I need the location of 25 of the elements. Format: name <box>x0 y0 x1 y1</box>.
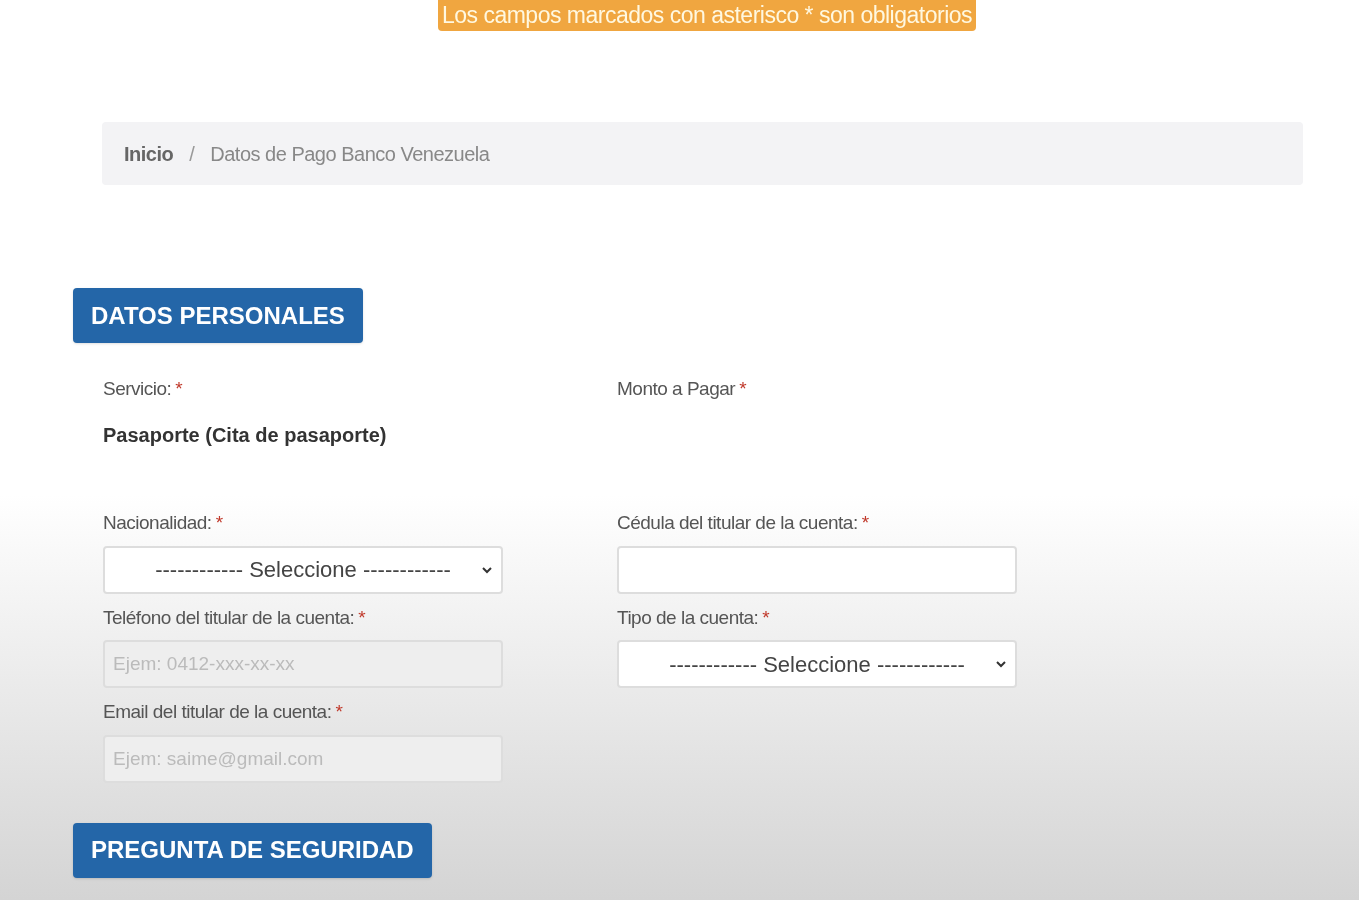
field-label: Email del titular de la cuenta: <box>103 700 332 724</box>
chevron-icon <box>995 658 1007 670</box>
field-label: Tipo de la cuenta: <box>617 605 759 630</box>
input-field[interactable] <box>617 545 1017 594</box>
breadcrumb-current: Datos de Pago Banco Venezuela <box>210 141 490 167</box>
select-field[interactable]: ------------ Seleccione ------------ <box>617 640 1017 688</box>
required-mark: * <box>215 511 223 535</box>
required-mark: * <box>335 700 343 724</box>
required-mark: * <box>762 605 770 630</box>
required-fields-notice: Los campos marcados con asterisco * son obligatorios <box>437 0 977 31</box>
field-label: Cédula del titular de la cuenta: <box>617 511 858 535</box>
field-label: Nacionalidad: <box>103 511 212 535</box>
select-field[interactable]: ------------ Seleccione ------------ <box>103 545 503 594</box>
field-label: Teléfono del titular de la cuenta: <box>103 605 355 630</box>
section-header: DATOS PERSONALES <box>73 288 363 343</box>
field-label: Monto a Pagar <box>617 377 736 401</box>
required-mark: * <box>358 605 366 630</box>
section-header: PREGUNTA DE SEGURIDAD <box>73 822 432 878</box>
breadcrumb-link[interactable]: Inicio <box>124 138 174 169</box>
required-mark: * <box>861 511 869 535</box>
breadcrumb-separator: / <box>189 141 195 167</box>
service-value: Pasaporte (Cita de pasaporte) <box>103 422 388 448</box>
required-mark: * <box>175 377 183 401</box>
required-mark: * <box>739 377 747 401</box>
field-label: Servicio: <box>103 377 172 401</box>
